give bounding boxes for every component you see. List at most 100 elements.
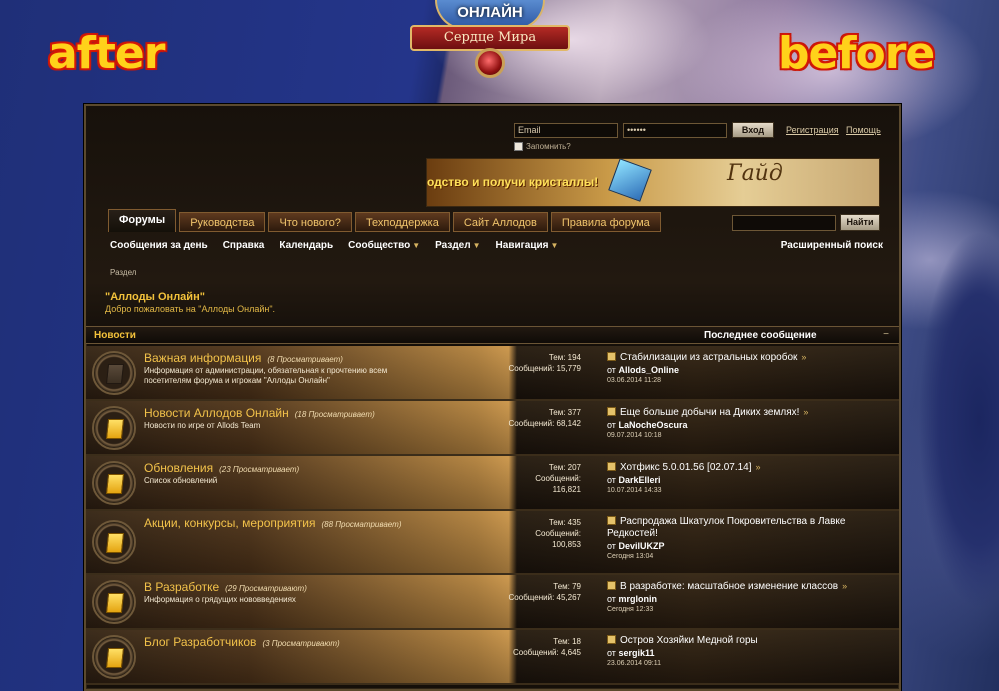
forum-row[interactable]: Акции, конкурсы, мероприятия (88 Просматр… <box>86 511 899 575</box>
forum-name-text[interactable]: Важная информация <box>144 351 261 365</box>
login-button[interactable]: Вход <box>732 122 774 138</box>
tab-guides[interactable]: Руководства <box>179 212 266 232</box>
forum-name[interactable]: Блог Разработчиков (3 Просматривают) <box>144 635 340 649</box>
forum-status-icon <box>92 579 136 624</box>
topic-count: Тем: 194 <box>548 353 581 362</box>
post-count: Сообщений: 4,645 <box>512 648 581 657</box>
search-input[interactable] <box>732 215 836 231</box>
last-post-title[interactable]: Хотфикс 5.0.01.56 [02.07.14] <box>620 462 752 473</box>
by-label: от <box>607 420 616 430</box>
last-post-date: 03.06.2014 11:28 <box>607 377 661 384</box>
last-post-date: 10.07.2014 14:33 <box>607 487 662 494</box>
viewer-count: (29 Просматривают) <box>225 584 307 593</box>
topic-count: Тем: 18 <box>553 637 581 646</box>
forum-name[interactable]: В Разработке (29 Просматривают) <box>144 580 307 594</box>
promo-slogan: одство и получи кристаллы! <box>427 175 599 189</box>
post-count-value: 100,853 <box>552 540 581 549</box>
last-post-date: 09.07.2014 10:18 <box>607 432 662 439</box>
remember-checkbox[interactable] <box>514 142 523 151</box>
tab-site[interactable]: Сайт Аллодов <box>452 212 548 232</box>
forum-name-text[interactable]: Блог Разработчиков <box>144 635 256 649</box>
email-field[interactable]: Email <box>514 123 618 138</box>
last-post-title[interactable]: Еще больше добычи на Диких землях! <box>620 407 799 418</box>
forum-row[interactable]: Новости Аллодов Онлайн (18 Просматривает)… <box>86 401 899 456</box>
forum-row[interactable]: Обновления (23 Просматривает) Список обно… <box>86 456 899 511</box>
forum-name-text[interactable]: Новости Аллодов Онлайн <box>144 406 289 420</box>
document-icon <box>105 647 125 668</box>
forum-name-text[interactable]: Акции, конкурсы, мероприятия <box>144 516 315 530</box>
go-to-post-icon[interactable]: » <box>803 407 808 417</box>
game-logo[interactable]: ОНЛАЙН Сердце Мира <box>402 0 577 82</box>
remember-label: Запомнить? <box>526 142 571 151</box>
go-to-post-icon[interactable]: » <box>801 352 806 362</box>
by-label: от <box>607 541 616 551</box>
last-post-author[interactable]: mrglonin <box>618 594 657 604</box>
viewer-count: (18 Просматривает) <box>294 410 375 419</box>
remember-me[interactable]: Запомнить? <box>514 142 571 151</box>
forum-name-text[interactable]: В Разработке <box>144 580 219 594</box>
last-post-date: 23.06.2014 09:11 <box>607 660 661 667</box>
subnav-todays-posts[interactable]: Сообщения за день <box>110 240 208 251</box>
advanced-search-link[interactable]: Расширенный поиск <box>781 240 883 251</box>
forum-name-text[interactable]: Обновления <box>144 461 213 475</box>
last-post-title[interactable]: В разработке: масштабное изменение класс… <box>620 581 838 592</box>
document-icon <box>105 363 125 384</box>
subnav-help[interactable]: Справка <box>223 240 265 251</box>
forum-description: Новости по игре от Allods Team <box>144 421 261 430</box>
by-label: от <box>607 648 616 658</box>
go-to-post-icon[interactable]: » <box>756 462 761 472</box>
post-icon <box>607 581 616 590</box>
subnav-community[interactable]: Сообщество ▼ <box>348 240 420 251</box>
subnav-label: Навигация <box>495 240 549 251</box>
search-button[interactable]: Найти <box>840 214 880 231</box>
promo-guide-text: Гайд <box>727 161 783 186</box>
document-icon <box>105 533 125 553</box>
tab-forums[interactable]: Форумы <box>108 209 177 232</box>
last-post-title[interactable]: Стабилизации из астральных коробок <box>620 352 797 363</box>
breadcrumb[interactable]: Раздел <box>110 268 136 277</box>
last-post: Остров Хозяйки Медной горы от sergik11 2… <box>607 635 877 667</box>
forum-stats: Тем: 377 Сообщений: 68,142 <box>509 407 581 429</box>
document-icon <box>105 592 125 613</box>
forum-name[interactable]: Новости Аллодов Онлайн (18 Просматривает) <box>144 406 375 420</box>
tab-rules[interactable]: Правила форума <box>550 212 661 232</box>
last-post-date: Сегодня 13:04 <box>607 553 654 560</box>
help-link[interactable]: Помощь <box>846 125 881 135</box>
collapse-icon[interactable]: − <box>883 329 889 340</box>
last-post-author[interactable]: sergik11 <box>618 648 654 658</box>
last-post-title[interactable]: Остров Хозяйки Медной горы <box>620 635 758 646</box>
subnav-calendar[interactable]: Календарь <box>279 240 333 251</box>
before-label: before <box>778 28 935 79</box>
post-count: Сообщений: 15,779 <box>508 364 581 373</box>
promo-banner[interactable]: одство и получи кристаллы! Гайд <box>426 158 880 207</box>
forum-row[interactable]: Важная информация (8 Просматривает) Инфор… <box>86 346 899 401</box>
forum-row[interactable]: В Разработке (29 Просматривают) Информаци… <box>86 575 899 630</box>
password-field[interactable]: •••••• <box>623 123 727 138</box>
subnav-section[interactable]: Раздел ▼ <box>435 240 480 251</box>
category-name[interactable]: Новости <box>94 330 136 341</box>
forum-name[interactable]: Обновления (23 Просматривает) <box>144 461 299 475</box>
last-post-author[interactable]: LaNocheOscura <box>618 420 687 430</box>
subnav-navigation[interactable]: Навигация ▼ <box>496 240 559 251</box>
post-count: Сообщений: 68,142 <box>508 419 581 428</box>
subnav-label: Сообщество <box>348 240 411 251</box>
register-link[interactable]: Регистрация <box>786 125 839 135</box>
tab-whats-new[interactable]: Что нового? <box>268 212 352 232</box>
go-to-post-icon[interactable]: » <box>842 581 847 591</box>
tab-support[interactable]: Техподдержка <box>354 212 450 232</box>
forum-name[interactable]: Важная информация (8 Просматривает) <box>144 351 343 365</box>
last-post: Распродажа Шкатулок Покровительства в Ла… <box>607 516 877 560</box>
last-post-title[interactable]: Распродажа Шкатулок Покровительства в Ла… <box>607 516 845 539</box>
forum-header: Email •••••• Вход Регистрация Помощь Зап… <box>86 106 899 326</box>
forum-name[interactable]: Акции, конкурсы, мероприятия (88 Просматр… <box>144 516 401 530</box>
forum-row[interactable]: Блог Разработчиков (3 Просматривают) Тем:… <box>86 630 899 685</box>
by-label: от <box>607 475 616 485</box>
forum-description: Список обновлений <box>144 476 218 485</box>
last-post-author[interactable]: DarkElleri <box>618 475 660 485</box>
last-post-author[interactable]: Allods_Online <box>618 365 679 375</box>
last-post-author[interactable]: DevilUKZP <box>618 541 664 551</box>
post-count: Сообщений: <box>535 529 581 538</box>
subnav-label: Раздел <box>435 240 471 251</box>
forum-title: "Аллоды Онлайн" <box>105 291 205 303</box>
forum-stats: Тем: 79 Сообщений: 45,267 <box>509 581 581 603</box>
